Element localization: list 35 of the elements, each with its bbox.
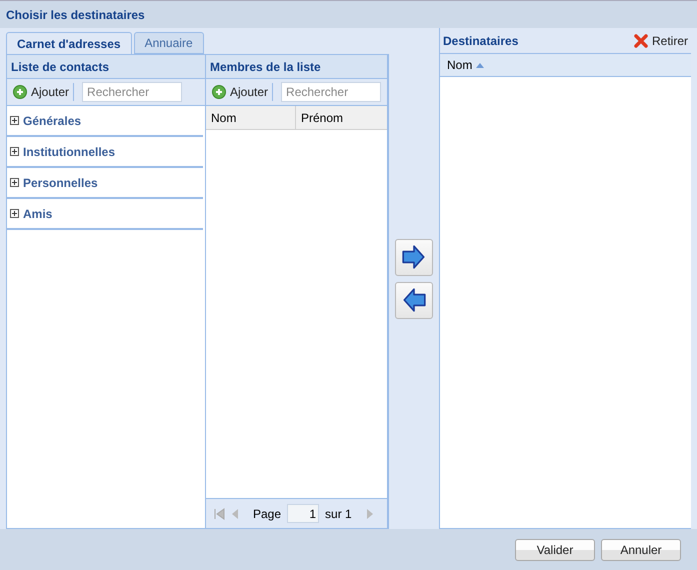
dialog-button[interactable]: Annuler	[601, 538, 681, 560]
window-title: Choisir les destinataires	[5, 6, 146, 24]
plus-box-icon[interactable]	[10, 178, 19, 187]
page-field[interactable]: 1	[287, 504, 320, 523]
column-header[interactable]: Nom	[440, 54, 492, 76]
add-button[interactable]: Ajouter	[13, 83, 74, 101]
dialog-button[interactable]: Valider	[515, 538, 595, 560]
panel-header: Membres de la liste	[206, 55, 387, 79]
tab[interactable]: Annuaire	[134, 32, 204, 54]
remove-button[interactable]: Retirer	[634, 32, 688, 50]
arrow-left-icon	[401, 287, 427, 313]
move-right-button[interactable]	[395, 238, 433, 276]
add-icon	[212, 85, 226, 99]
page-label: Page	[253, 506, 282, 522]
arrow-right-icon	[401, 244, 427, 270]
column-header[interactable]: Prénom	[296, 106, 387, 129]
group-row[interactable]: Générales	[7, 106, 203, 137]
plus-box-icon[interactable]	[10, 116, 19, 125]
group-row[interactable]: Personnelles	[7, 168, 203, 199]
panel-header: Liste de contacts	[7, 55, 205, 79]
close-icon	[634, 34, 648, 48]
search-field[interactable]: Rechercher	[82, 82, 182, 102]
group-row[interactable]: Institutionnelles	[7, 137, 203, 168]
tab[interactable]: Carnet d'adresses	[6, 32, 132, 54]
column-header[interactable]: Nom	[206, 106, 296, 129]
add-icon	[13, 85, 27, 99]
page-count: sur 1	[325, 506, 352, 522]
group-row[interactable]: Amis	[7, 199, 203, 230]
search-field[interactable]: Rechercher	[281, 82, 382, 102]
add-button[interactable]: Ajouter	[212, 83, 274, 101]
move-left-button[interactable]	[395, 282, 433, 318]
panel-header: Destinataires	[443, 32, 518, 50]
plus-box-icon[interactable]	[10, 209, 19, 218]
plus-box-icon[interactable]	[10, 147, 19, 156]
sort-ascending-icon	[476, 62, 484, 68]
